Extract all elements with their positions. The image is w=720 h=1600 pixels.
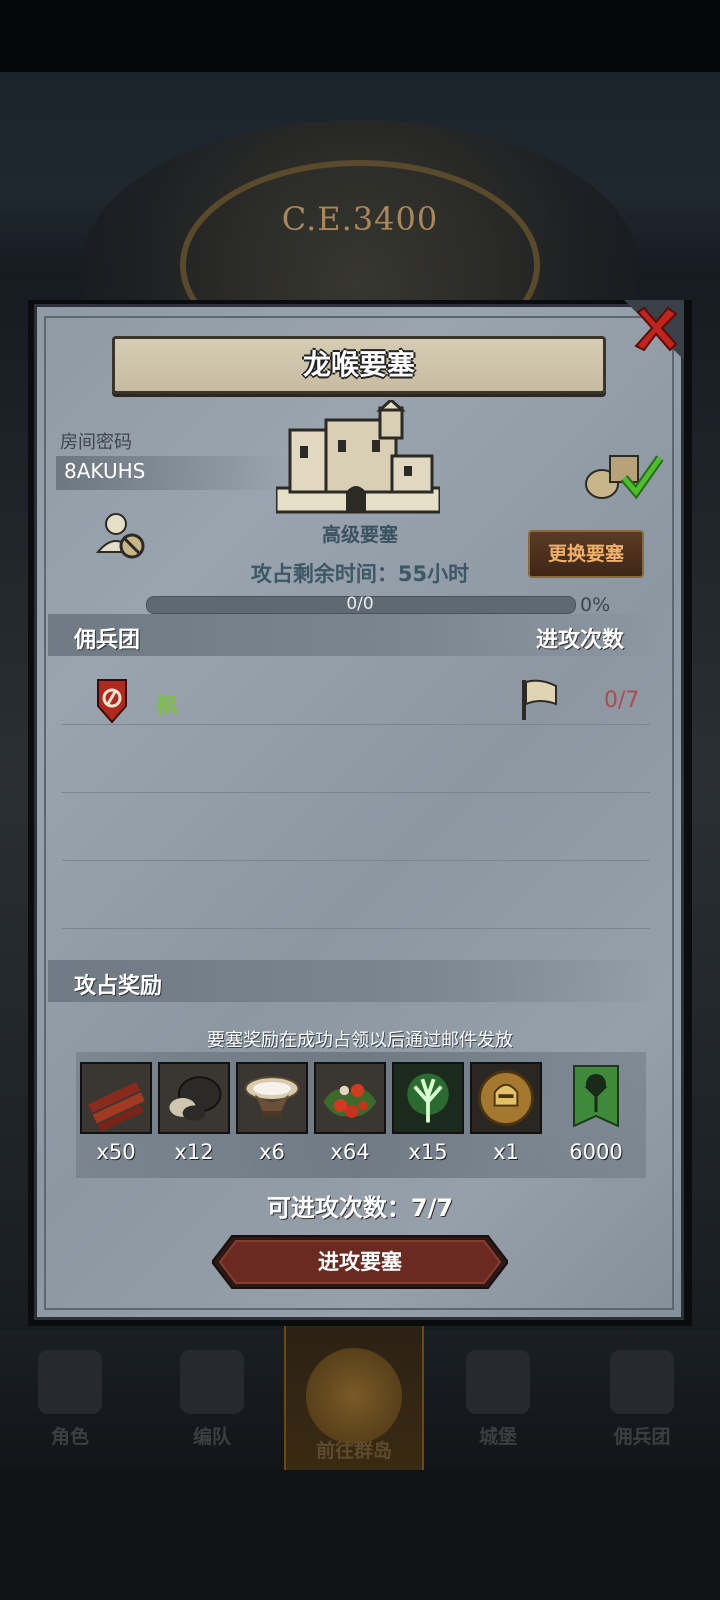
nav-label: 城堡: [478, 1426, 517, 1448]
reward-qty: x12: [174, 1140, 214, 1164]
era-label: C.E.3400: [281, 200, 439, 238]
knight-icon: [38, 1350, 102, 1414]
panel-title: 龙喉要塞: [302, 348, 415, 381]
attacks-available: 可进攻次数：7/7: [266, 1194, 454, 1222]
row-divider: [62, 792, 650, 793]
reward-item[interactable]: x15: [392, 1062, 464, 1164]
status-bar: [0, 0, 720, 72]
remaining-time: 攻占剩余时间：55小时: [250, 562, 470, 586]
guild-name[interactable]: 枫: [156, 688, 178, 720]
nav-label: 前往群岛: [315, 1440, 392, 1462]
reward-item[interactable]: x1: [470, 1062, 542, 1164]
nav-item-character[interactable]: 角色: [0, 1340, 140, 1460]
fortress-icon: [276, 400, 440, 514]
reward-qty: x50: [96, 1140, 136, 1164]
reward-qty: x6: [259, 1140, 285, 1164]
rewards-section-title: 攻占奖励: [74, 974, 163, 999]
attack-fortress-label[interactable]: 进攻要塞: [212, 1234, 508, 1290]
nav-item-castle[interactable]: 城堡: [428, 1340, 568, 1460]
room-password-label: 房间密码: [60, 432, 132, 453]
reward-qty: x64: [330, 1140, 370, 1164]
reward-qty: 6000: [569, 1140, 623, 1164]
ore-rock-icon: [158, 1062, 230, 1134]
reward-item[interactable]: x64: [314, 1062, 386, 1164]
row-divider: [62, 724, 650, 725]
nav-item-islands[interactable]: 前往群岛: [284, 1316, 424, 1476]
system-nav-bar: [0, 1470, 720, 1600]
rewards-note: 要塞奖励在成功占领以后通过邮件发放: [207, 1030, 513, 1051]
nav-label: 角色: [50, 1426, 89, 1448]
room-code: 8AKUHS: [64, 459, 146, 483]
row-divider: [62, 860, 650, 861]
mercenary-section-title: 佣兵团: [74, 628, 141, 653]
reward-item[interactable]: x50: [80, 1062, 152, 1164]
nav-item-mercenary[interactable]: 佣兵团: [572, 1340, 712, 1460]
mercenary-icon: [610, 1350, 674, 1414]
attack-count-header: 进攻次数: [536, 628, 625, 653]
reward-item[interactable]: 6000: [560, 1062, 632, 1164]
reward-item[interactable]: x6: [236, 1062, 308, 1164]
reward-item[interactable]: x12: [158, 1062, 230, 1164]
member-blocked-icon[interactable]: [96, 512, 148, 560]
wood-planks-icon: [80, 1062, 152, 1134]
guild-attack-count: 0/7: [604, 688, 640, 713]
knight-helmet-medal-icon: [470, 1062, 542, 1134]
nav-label: 编队: [192, 1426, 231, 1448]
green-tree-crystal-icon: [392, 1062, 464, 1134]
nav-item-formation[interactable]: 编队: [142, 1340, 282, 1460]
close-icon[interactable]: [624, 300, 684, 360]
islands-globe-icon: [306, 1348, 402, 1444]
berries-icon: [314, 1062, 386, 1134]
milk-bowl-icon: [236, 1062, 308, 1134]
castle-icon: [466, 1350, 530, 1414]
guild-shield-icon: [97, 679, 127, 724]
nav-label: 佣兵团: [613, 1426, 671, 1448]
formation-icon: [180, 1350, 244, 1414]
reward-qty: x1: [493, 1140, 519, 1164]
reward-qty: x15: [408, 1140, 448, 1164]
capture-progress-text: 0/0: [346, 594, 374, 614]
capture-progress-percent: 0%: [580, 594, 611, 616]
row-divider: [62, 928, 650, 929]
flag-icon: [522, 679, 557, 720]
tree-banner-icon: [560, 1062, 632, 1134]
supply-bags-check-icon[interactable]: [584, 448, 664, 502]
